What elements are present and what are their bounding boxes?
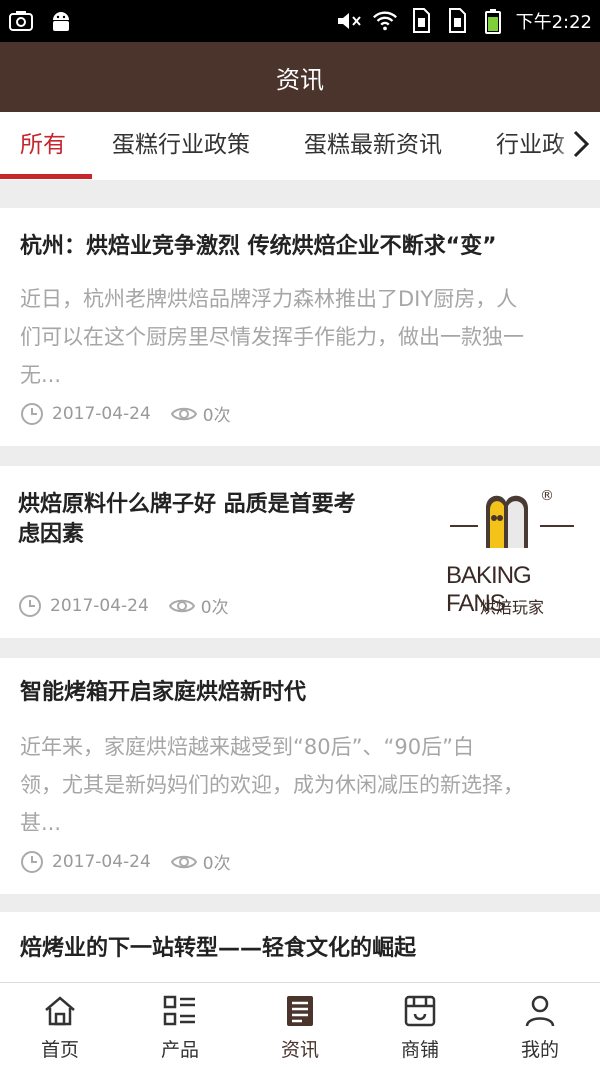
title-line: 虑因素 <box>18 522 85 547</box>
mute-icon <box>336 8 362 34</box>
eye-icon <box>170 850 197 874</box>
clock-icon <box>20 402 44 426</box>
tab-cake-policy[interactable]: 蛋糕行业政策 <box>112 112 250 180</box>
article-views: 0次 <box>202 854 231 874</box>
summary-line: 无... <box>20 363 62 387</box>
clock-icon <box>20 850 44 874</box>
article-date: 2017-04-24 <box>52 851 151 872</box>
registered-mark: ® <box>540 488 554 504</box>
tabs-scroll-right-button[interactable] <box>556 112 600 180</box>
article-summary: 近日，杭州老牌烘焙品牌浮力森林推出了DIY厨房，人 们可以在这个厨房里尽情发挥手… <box>20 280 580 394</box>
summary-line: 们可以在这个厨房里尽情发挥手作能力，做出一款独一 <box>20 325 524 349</box>
article-date: 2017-04-24 <box>50 595 149 616</box>
article-card[interactable]: 智能烤箱开启家庭烘焙新时代 近年来，家庭烘焙越来越受到“80后”、“90后”白 … <box>0 658 600 894</box>
news-icon <box>282 993 318 1029</box>
user-icon <box>522 993 558 1029</box>
article-meta: 2017-04-24 0次 <box>20 401 231 426</box>
shop-icon <box>402 993 438 1029</box>
article-title: 焙烤业的下一站转型——轻食文化的崛起 <box>20 936 417 961</box>
nav-home[interactable]: 首页 <box>0 983 120 1067</box>
summary-line: 近年来，家庭烘焙越来越受到“80后”、“90后”白 <box>20 735 474 759</box>
clock-icon <box>18 594 42 618</box>
page-title: 资讯 <box>276 65 324 94</box>
article-views: 0次 <box>202 406 231 426</box>
active-tab-indicator <box>0 174 92 179</box>
sim1-icon <box>408 8 434 34</box>
article-title: 烘焙原料什么牌子好 品质是首要考 虑因素 <box>18 490 418 550</box>
tab-cake-news[interactable]: 蛋糕最新资讯 <box>304 112 442 180</box>
nav-label: 商铺 <box>400 1039 439 1061</box>
chevron-right-icon <box>572 129 590 163</box>
nav-label: 首页 <box>40 1039 79 1061</box>
article-views: 0次 <box>200 598 229 618</box>
article-meta: 2017-04-24 0次 <box>20 849 231 874</box>
android-icon <box>48 8 74 34</box>
nav-label: 产品 <box>160 1039 199 1061</box>
battery-icon <box>480 8 506 34</box>
nav-news[interactable]: 资讯 <box>240 983 360 1067</box>
nav-label: 资讯 <box>280 1039 319 1061</box>
article-card[interactable]: 烘焙原料什么牌子好 品质是首要考 虑因素 2017-04-24 0次 ® BAK… <box>0 466 600 638</box>
nav-products[interactable]: 产品 <box>120 983 240 1067</box>
article-card[interactable]: 焙烤业的下一站转型——轻食文化的崛起 <box>0 912 600 982</box>
sim2-icon <box>444 8 470 34</box>
article-thumbnail: ® BAKING FANS 烘焙玩家 <box>436 478 584 626</box>
article-summary: 近年来，家庭烘焙越来越受到“80后”、“90后”白 领，尤其是新妈妈们的欢迎，成… <box>20 728 580 842</box>
tab-industry-policy[interactable]: 行业政 <box>496 112 565 180</box>
tab-all[interactable]: 所有 <box>20 112 66 180</box>
wifi-icon <box>372 8 398 34</box>
nav-label: 我的 <box>520 1039 559 1061</box>
article-meta: 2017-04-24 0次 <box>18 593 229 618</box>
summary-line: 近日，杭州老牌烘焙品牌浮力森林推出了DIY厨房，人 <box>20 287 518 311</box>
category-tabs: 所有 蛋糕行业政策 蛋糕最新资讯 行业政 <box>0 112 600 180</box>
eye-icon <box>168 594 195 618</box>
status-bar: 下午2:22 <box>0 0 600 42</box>
nav-mine[interactable]: 我的 <box>480 983 600 1067</box>
nav-shop[interactable]: 商铺 <box>360 983 480 1067</box>
title-line: 烘焙原料什么牌子好 品质是首要考 <box>18 492 356 517</box>
logo-sub-text: 烘焙玩家 <box>480 598 545 617</box>
bottom-nav: 首页 产品 资讯 商铺 我的 <box>0 982 600 1067</box>
article-title: 杭州：烘焙业竞争激烈 传统烘焙企业不断求“变” <box>20 234 497 259</box>
status-time: 下午2:22 <box>515 12 592 33</box>
article-title: 智能烤箱开启家庭烘焙新时代 <box>20 680 307 705</box>
article-card[interactable]: 杭州：烘焙业竞争激烈 传统烘焙企业不断求“变” 近日，杭州老牌烘焙品牌浮力森林推… <box>0 208 600 446</box>
article-date: 2017-04-24 <box>52 403 151 424</box>
product-list-icon <box>162 993 198 1029</box>
camera-icon <box>8 8 34 34</box>
eye-icon <box>170 402 197 426</box>
summary-line: 领，尤其是新妈妈们的欢迎，成为休闲减压的新选择， <box>20 773 524 797</box>
home-icon <box>42 993 78 1029</box>
summary-line: 甚... <box>20 811 62 835</box>
page-title-bar: 资讯 <box>0 42 600 112</box>
